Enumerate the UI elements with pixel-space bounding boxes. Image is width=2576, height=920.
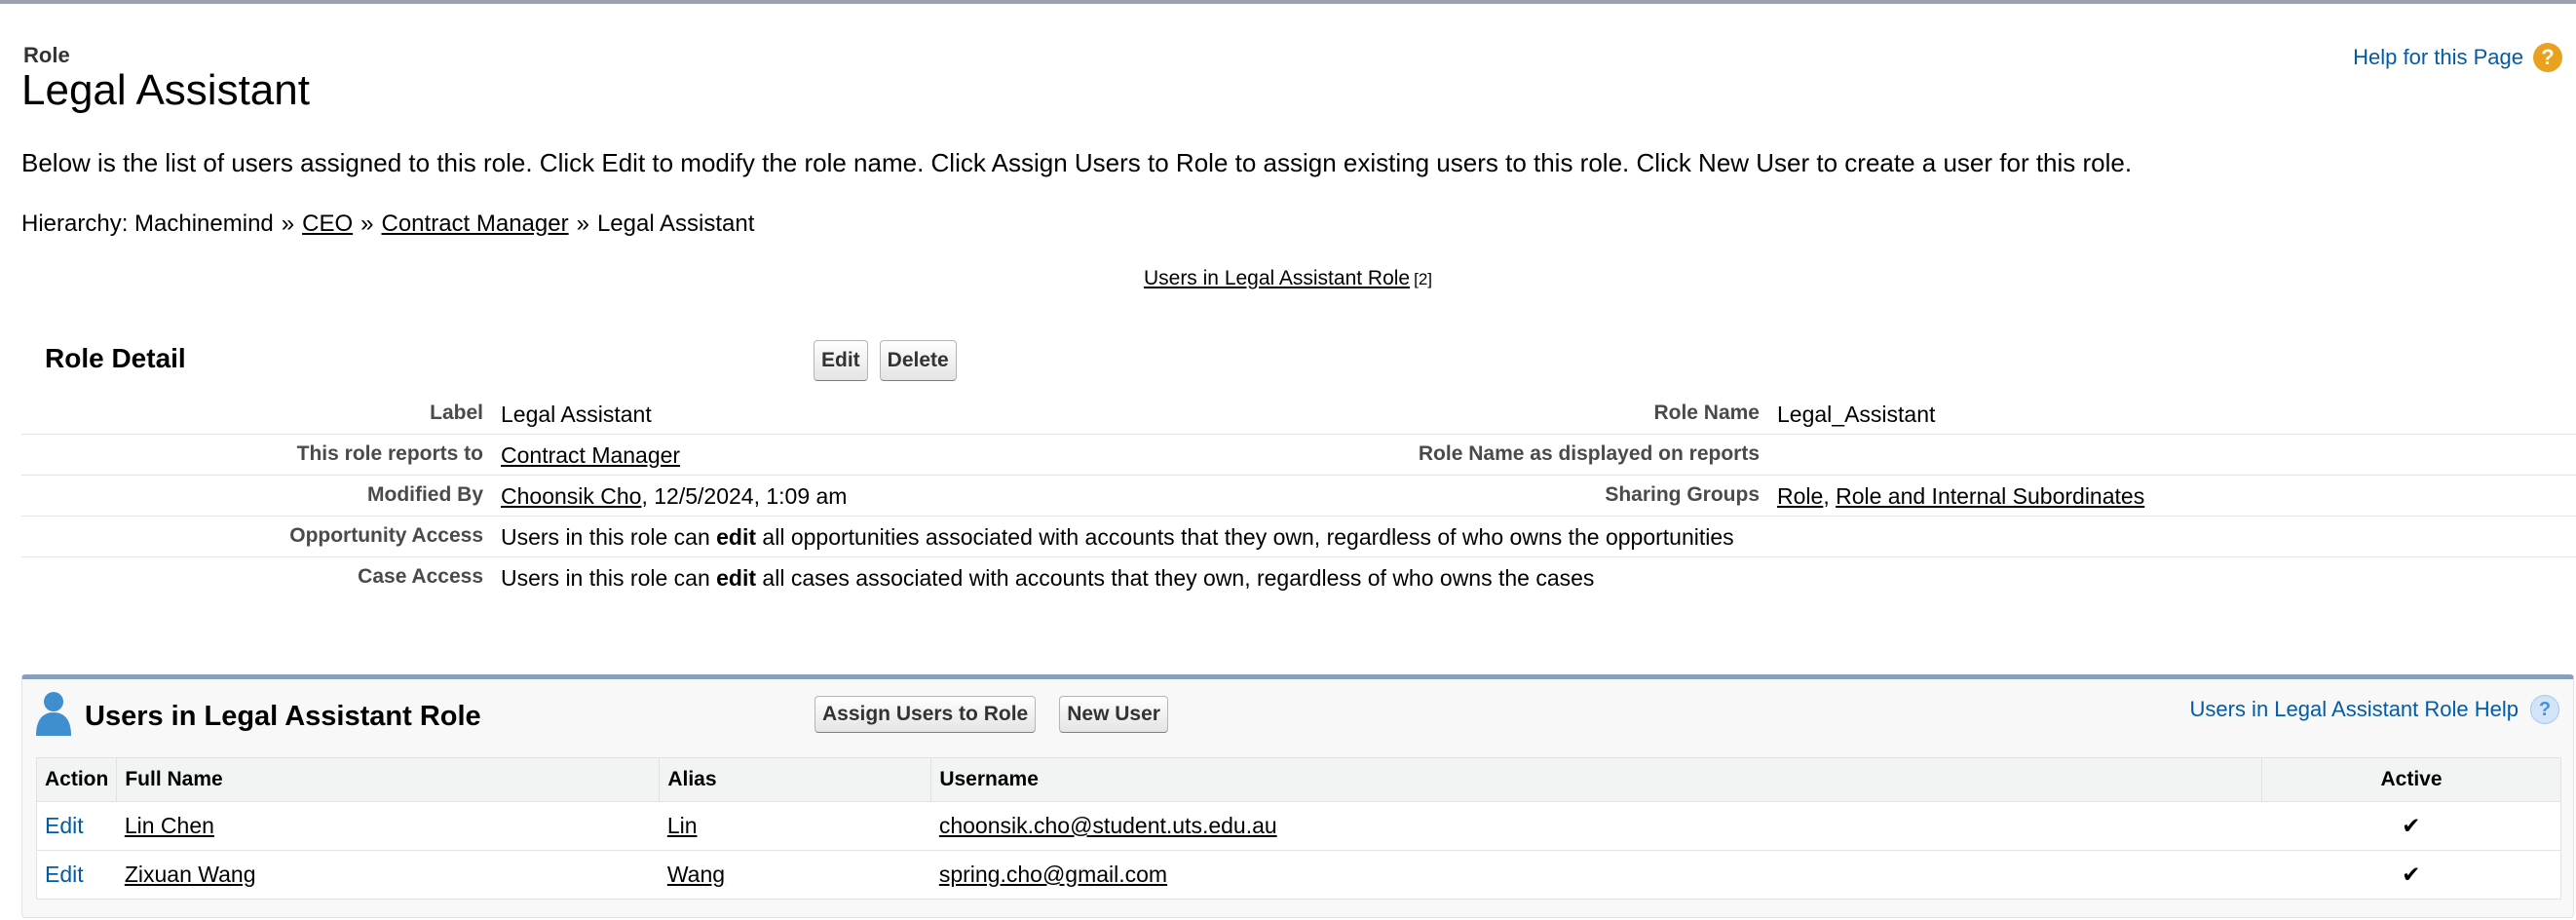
- table-row: Edit Zixuan Wang Wang spring.cho@gmail.c…: [36, 850, 2561, 900]
- role-name-value: Legal_Assistant: [1777, 402, 1936, 427]
- sharing-subordinates-link[interactable]: Role and Internal Subordinates: [1836, 483, 2144, 509]
- opp-access-prefix: Users in this role can: [501, 524, 710, 550]
- active-checkmark-icon: ✔: [2261, 801, 2561, 851]
- column-header-full-name[interactable]: Full Name: [116, 757, 661, 802]
- reports-to-label: This role reports to: [296, 442, 483, 465]
- role-name-label: Role Name: [1653, 402, 1760, 424]
- hierarchy-prefix: Hierarchy: Machinemind: [21, 211, 274, 237]
- column-header-action: Action: [35, 757, 118, 802]
- users-in-role-jump-link[interactable]: Users in Legal Assistant Role: [1144, 267, 1410, 289]
- detail-row: This role reports to Contract Manager Ro…: [21, 435, 2576, 476]
- detail-row: Opportunity Access Users in this role ca…: [21, 517, 2576, 557]
- opp-access-level: edit: [716, 524, 757, 550]
- case-access-level: edit: [716, 565, 757, 591]
- breadcrumb-separator: »: [281, 211, 295, 237]
- sharing-role-link[interactable]: Role: [1777, 483, 1823, 509]
- modified-by-value: Choonsik Cho, 12/5/2024, 1:09 am: [501, 483, 847, 510]
- alias-link[interactable]: Lin: [667, 813, 698, 838]
- alias-link[interactable]: Wang: [667, 862, 725, 887]
- detail-row: Case Access Users in this role can edit …: [21, 557, 2576, 598]
- column-header-username[interactable]: Username: [930, 757, 2262, 802]
- opportunity-access-value: Users in this role can edit all opportun…: [501, 524, 1734, 551]
- row-action: Edit: [36, 801, 117, 851]
- alias-cell: Wang: [659, 850, 931, 900]
- username-link[interactable]: spring.cho@gmail.com: [939, 862, 1167, 887]
- breadcrumb-ceo-link[interactable]: CEO: [302, 211, 353, 237]
- sharing-groups-value: Role, Role and Internal Subordinates: [1777, 483, 2144, 510]
- modified-date: , 12/5/2024, 1:09 am: [641, 483, 848, 509]
- label-field-value: Legal Assistant: [501, 402, 652, 427]
- username-link[interactable]: choonsik.cho@student.uts.edu.au: [939, 813, 1277, 838]
- breadcrumb: Hierarchy: Machinemind » CEO » Contract Mana…: [21, 211, 754, 238]
- opportunity-access-label: Opportunity Access: [289, 524, 483, 547]
- help-icon[interactable]: ?: [2533, 43, 2562, 72]
- reports-to-value: Contract Manager: [501, 442, 680, 469]
- full-name-link[interactable]: Lin Chen: [125, 813, 214, 838]
- case-access-suffix: all cases associated with accounts that …: [762, 565, 1595, 591]
- role-detail-buttons: Edit Delete: [814, 340, 957, 381]
- breadcrumb-separator: »: [360, 211, 374, 237]
- breadcrumb-separator: »: [576, 211, 589, 237]
- case-access-prefix: Users in this role can: [501, 565, 710, 591]
- page-type: Role: [23, 43, 70, 67]
- users-table: Action Full Name Alias Username Active E…: [35, 757, 2561, 900]
- users-list-title: Users in Legal Assistant Role: [85, 701, 481, 732]
- role-detail-title: Role Detail: [45, 343, 186, 373]
- modified-by-user-link[interactable]: Choonsik Cho: [501, 483, 641, 509]
- breadcrumb-current: Legal Assistant: [596, 211, 755, 237]
- column-header-active[interactable]: Active: [2261, 757, 2561, 802]
- role-detail-section: Label Legal Assistant Role Name Legal_As…: [21, 394, 2576, 598]
- full-name-cell: Zixuan Wang: [116, 850, 660, 900]
- assign-users-button[interactable]: Assign Users to Role: [814, 696, 1037, 733]
- help-icon[interactable]: ?: [2530, 695, 2559, 724]
- alias-cell: Lin: [659, 801, 931, 851]
- users-list-buttons: Assign Users to Role New User: [814, 696, 1168, 733]
- username-cell: spring.cho@gmail.com: [930, 850, 2262, 900]
- sharing-groups-label: Sharing Groups: [1605, 483, 1760, 506]
- case-access-value: Users in this role can edit all cases as…: [501, 565, 1594, 592]
- row-action: Edit: [36, 850, 117, 900]
- help-label[interactable]: Help for this Page: [2353, 45, 2523, 70]
- full-name-cell: Lin Chen: [116, 801, 660, 851]
- delete-button[interactable]: Delete: [879, 340, 957, 381]
- username-cell: choonsik.cho@student.uts.edu.au: [930, 801, 2262, 851]
- detail-row: Modified By Choonsik Cho, 12/5/2024, 1:0…: [21, 476, 2576, 517]
- edit-button[interactable]: Edit: [814, 340, 868, 381]
- user-icon: [36, 692, 71, 736]
- page-title: Legal Assistant: [21, 66, 310, 114]
- page-description: Below is the list of users assigned to t…: [21, 148, 2133, 177]
- help-for-page-link[interactable]: Help for this Page ?: [2353, 43, 2562, 72]
- breadcrumb-contract-manager-link[interactable]: Contract Manager: [382, 211, 569, 237]
- users-count: [2]: [1414, 270, 1433, 288]
- opp-access-suffix: all opportunities associated with accoun…: [762, 524, 1734, 550]
- edit-user-link[interactable]: Edit: [45, 813, 84, 838]
- related-list-links: Users in Legal Assistant Role [2]: [0, 267, 2576, 290]
- users-list-help-label[interactable]: Users in Legal Assistant Role Help: [2190, 697, 2519, 722]
- case-access-label: Case Access: [358, 565, 483, 588]
- detail-row: Label Legal Assistant Role Name Legal_As…: [21, 394, 2576, 435]
- edit-user-link[interactable]: Edit: [45, 862, 84, 887]
- users-list-help-link[interactable]: Users in Legal Assistant Role Help ?: [2190, 695, 2559, 724]
- role-name-on-reports-label: Role Name as displayed on reports: [1418, 442, 1760, 465]
- users-related-list: Users in Legal Assistant Role Assign Use…: [21, 674, 2574, 918]
- label-field-label: Label: [430, 402, 483, 424]
- table-row: Edit Lin Chen Lin choonsik.cho@student.u…: [36, 801, 2561, 851]
- full-name-link[interactable]: Zixuan Wang: [125, 862, 256, 887]
- sharing-comma: ,: [1823, 483, 1830, 509]
- column-header-alias[interactable]: Alias: [659, 757, 932, 802]
- table-header-row: Action Full Name Alias Username Active: [35, 757, 2561, 802]
- new-user-button[interactable]: New User: [1059, 696, 1168, 733]
- modified-by-label: Modified By: [367, 483, 483, 506]
- reports-to-link[interactable]: Contract Manager: [501, 442, 680, 468]
- active-checkmark-icon: ✔: [2261, 850, 2561, 900]
